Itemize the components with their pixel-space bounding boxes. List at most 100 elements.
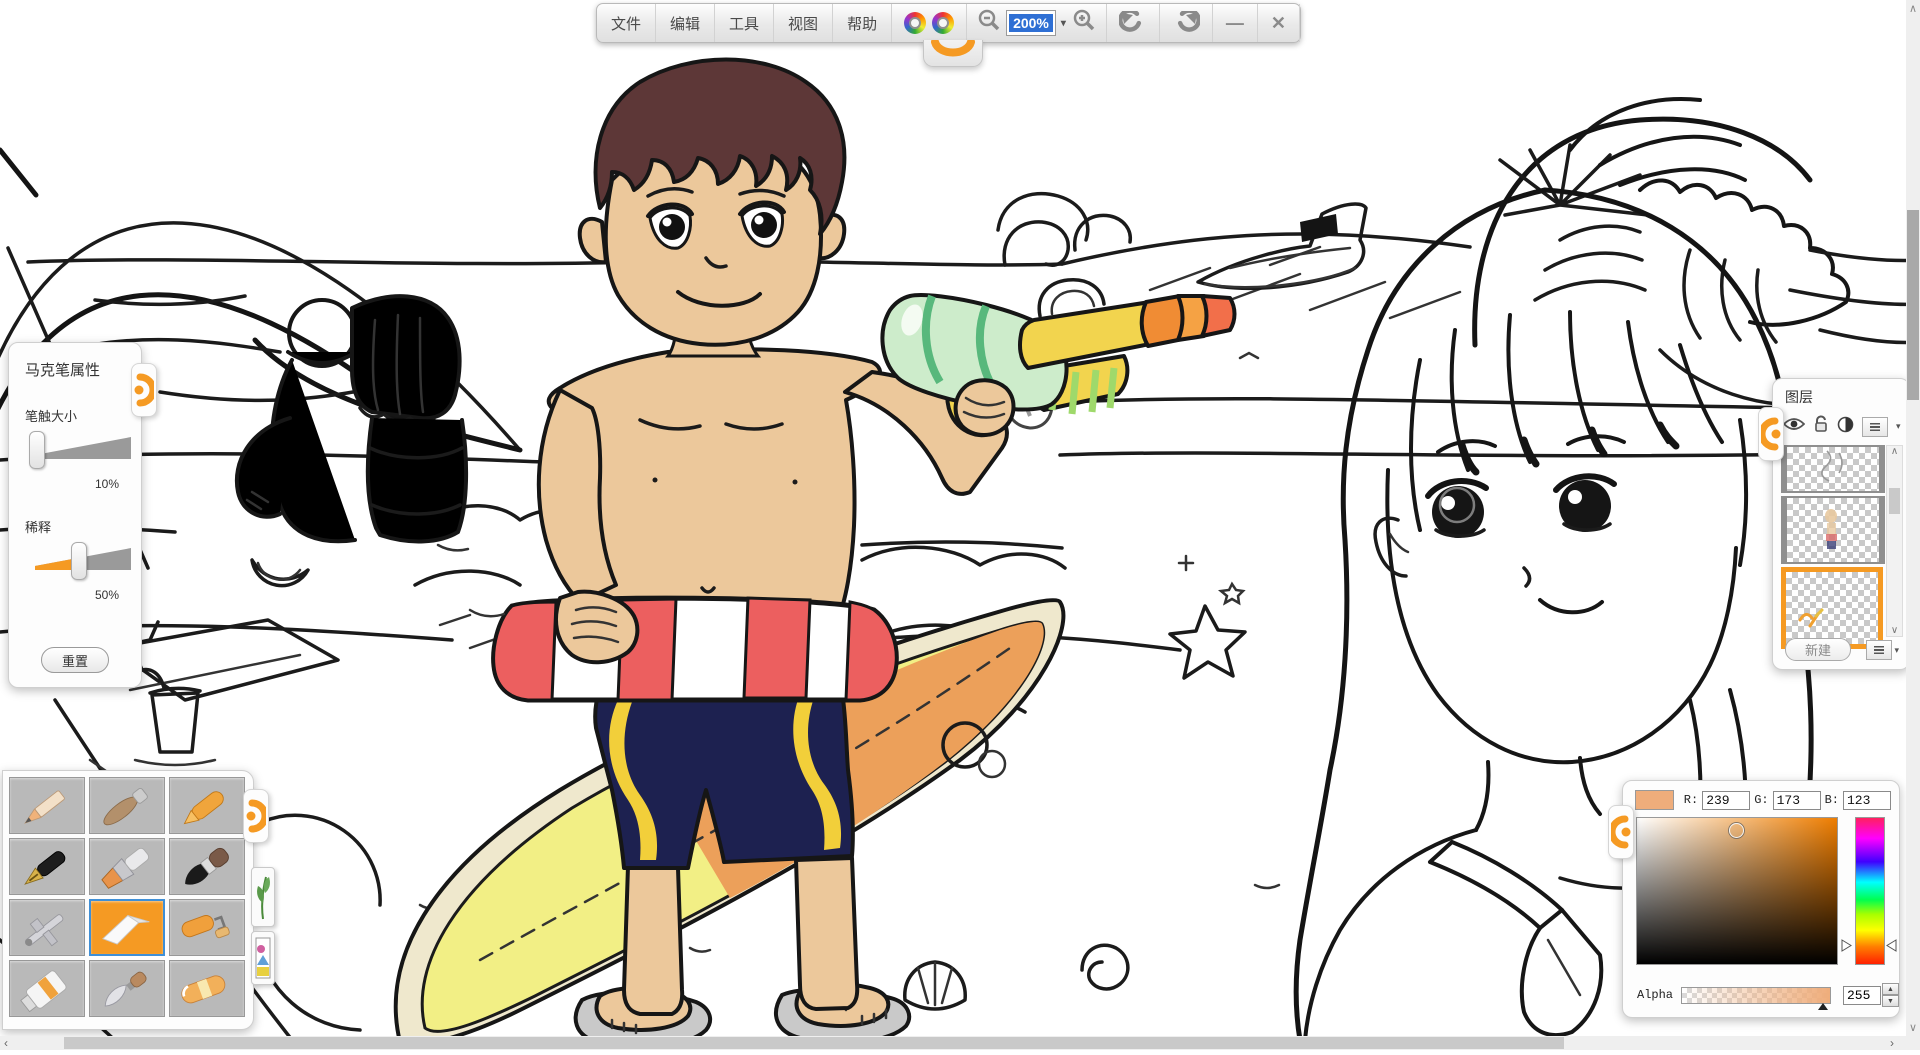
dilute-label: 稀释 [25,517,141,536]
orange-grip-icon [134,370,154,410]
layers-drag-handle[interactable] [1758,407,1784,461]
layer-menu-button[interactable] [1866,640,1892,660]
rainbow-face-icon [904,12,926,34]
layer-item-1[interactable] [1781,445,1885,493]
tool-airbrush[interactable] [9,899,85,956]
opacity-icon[interactable] [1837,416,1854,438]
visibility-eye-icon[interactable] [1783,417,1805,436]
alpha-input[interactable] [1843,986,1881,1005]
color-picker-panel: R: G: B: Alpha ▲ ▼ [1622,780,1900,1018]
menu-file[interactable]: 文件 [597,4,656,42]
scroll-down-icon[interactable]: ∨ [1891,625,1898,636]
picture-brush-tab[interactable] [251,931,275,985]
palette-drag-handle[interactable] [243,789,269,843]
dilute-slider[interactable] [23,544,131,578]
tool-crayon[interactable] [169,777,245,834]
vertical-scrollbar[interactable]: ∧ ∨ [1906,0,1920,1036]
toolbar-pull-tab[interactable] [923,40,983,67]
menu-tools[interactable]: 工具 [715,4,774,42]
zoom-in-icon[interactable] [1071,8,1097,39]
zoom-level-field[interactable]: 200% [1006,10,1056,36]
scroll-up-icon[interactable]: ∧ [1891,446,1898,457]
app-logo-buttons[interactable] [892,4,967,42]
layer-menu-dropdown-icon[interactable]: ▾ [1894,645,1899,656]
picture-icon [255,937,271,979]
spinner-down-icon[interactable]: ▼ [1882,995,1899,1007]
layers-panel: 图层 ▾ ∧ ∨ 新建 ▾ [1772,378,1910,670]
color-drag-handle[interactable] [1608,805,1634,859]
tool-pencil[interactable] [9,777,85,834]
menu-edit[interactable]: 编辑 [656,4,715,42]
tool-fountain-pen[interactable] [9,838,85,895]
alpha-spinner: ▲ ▼ [1882,983,1899,1007]
zoom-out-icon[interactable] [976,8,1002,39]
orange-grip-icon [1611,812,1631,852]
close-button[interactable]: ✕ [1258,4,1300,42]
undo-button[interactable] [1106,4,1160,42]
b-label: B: [1825,793,1839,807]
zoom-dropdown-icon[interactable]: ▾ [1056,18,1071,29]
color-cursor[interactable] [1729,823,1744,838]
brush-size-label: 笔触大小 [25,406,141,425]
g-input[interactable] [1773,791,1821,810]
reset-button[interactable]: 重置 [41,647,109,673]
minimize-button[interactable]: — [1213,4,1258,42]
scroll-right-icon[interactable]: › [1890,1036,1894,1050]
spinner-up-icon[interactable]: ▲ [1882,983,1899,995]
scroll-thumb[interactable] [1889,488,1900,514]
scroll-down-icon[interactable]: ∨ [1906,1021,1920,1034]
brush-size-value: 10% [9,477,119,491]
layers-title: 图层 [1773,379,1909,407]
slider-track[interactable] [35,437,131,459]
tool-paint-roller[interactable] [169,899,245,956]
tool-wood-brush[interactable] [89,777,165,834]
horizontal-scrollbar[interactable]: ‹ › [0,1036,1920,1050]
hue-bar[interactable] [1855,817,1885,965]
hue-marker-left[interactable] [1841,939,1852,952]
r-input[interactable] [1702,791,1750,810]
hue-marker-right[interactable] [1886,939,1897,952]
tool-paint-tube[interactable] [9,960,85,1017]
blend-mode-button[interactable] [1862,417,1888,437]
alpha-slider[interactable] [1681,987,1831,1004]
redo-button[interactable] [1160,4,1213,42]
alpha-marker[interactable] [1818,1003,1828,1010]
rainbow-target-icon [932,12,954,34]
redo-icon [1172,11,1200,35]
menu-view[interactable]: 视图 [774,4,833,42]
horizontal-scroll-thumb[interactable] [64,1037,1564,1049]
tool-palette-knife[interactable] [89,960,165,1017]
dilute-value: 50% [9,588,119,602]
orange-grip-icon [246,796,266,836]
list-icon [1870,423,1880,431]
saturation-value-square[interactable] [1636,817,1838,965]
panel-drag-handle[interactable] [131,363,157,417]
slider-handle[interactable] [71,542,87,580]
alpha-label: Alpha [1637,988,1673,1002]
tool-marker[interactable] [89,899,165,956]
lock-icon[interactable] [1813,415,1829,438]
zoom-level-value: 200% [1009,14,1053,32]
b-input[interactable] [1843,791,1891,810]
menu-help[interactable]: 帮助 [833,4,892,42]
tool-eraser[interactable] [169,960,245,1017]
tool-palette-panel [2,770,254,1030]
plant-brush-tab[interactable] [251,867,275,927]
layer-item-3-selected[interactable] [1781,567,1883,649]
close-icon: ✕ [1271,13,1286,34]
vertical-scroll-thumb[interactable] [1907,210,1919,400]
undo-icon [1119,11,1147,35]
new-layer-button[interactable]: 新建 [1785,638,1851,661]
scroll-left-icon[interactable]: ‹ [4,1036,8,1050]
brush-size-slider[interactable] [23,433,131,467]
slider-handle[interactable] [29,431,45,469]
layer-scrollbar[interactable]: ∧ ∨ [1886,445,1903,637]
list-icon [1874,646,1884,654]
layer-item-2[interactable] [1781,496,1885,564]
scroll-up-icon[interactable]: ∧ [1906,2,1920,15]
tool-flat-brush[interactable] [89,838,165,895]
blend-dropdown-icon[interactable]: ▾ [1896,421,1901,432]
tool-ink-brush[interactable] [169,838,245,895]
r-label: R: [1684,793,1698,807]
zoom-controls: 200% ▾ [967,4,1106,42]
